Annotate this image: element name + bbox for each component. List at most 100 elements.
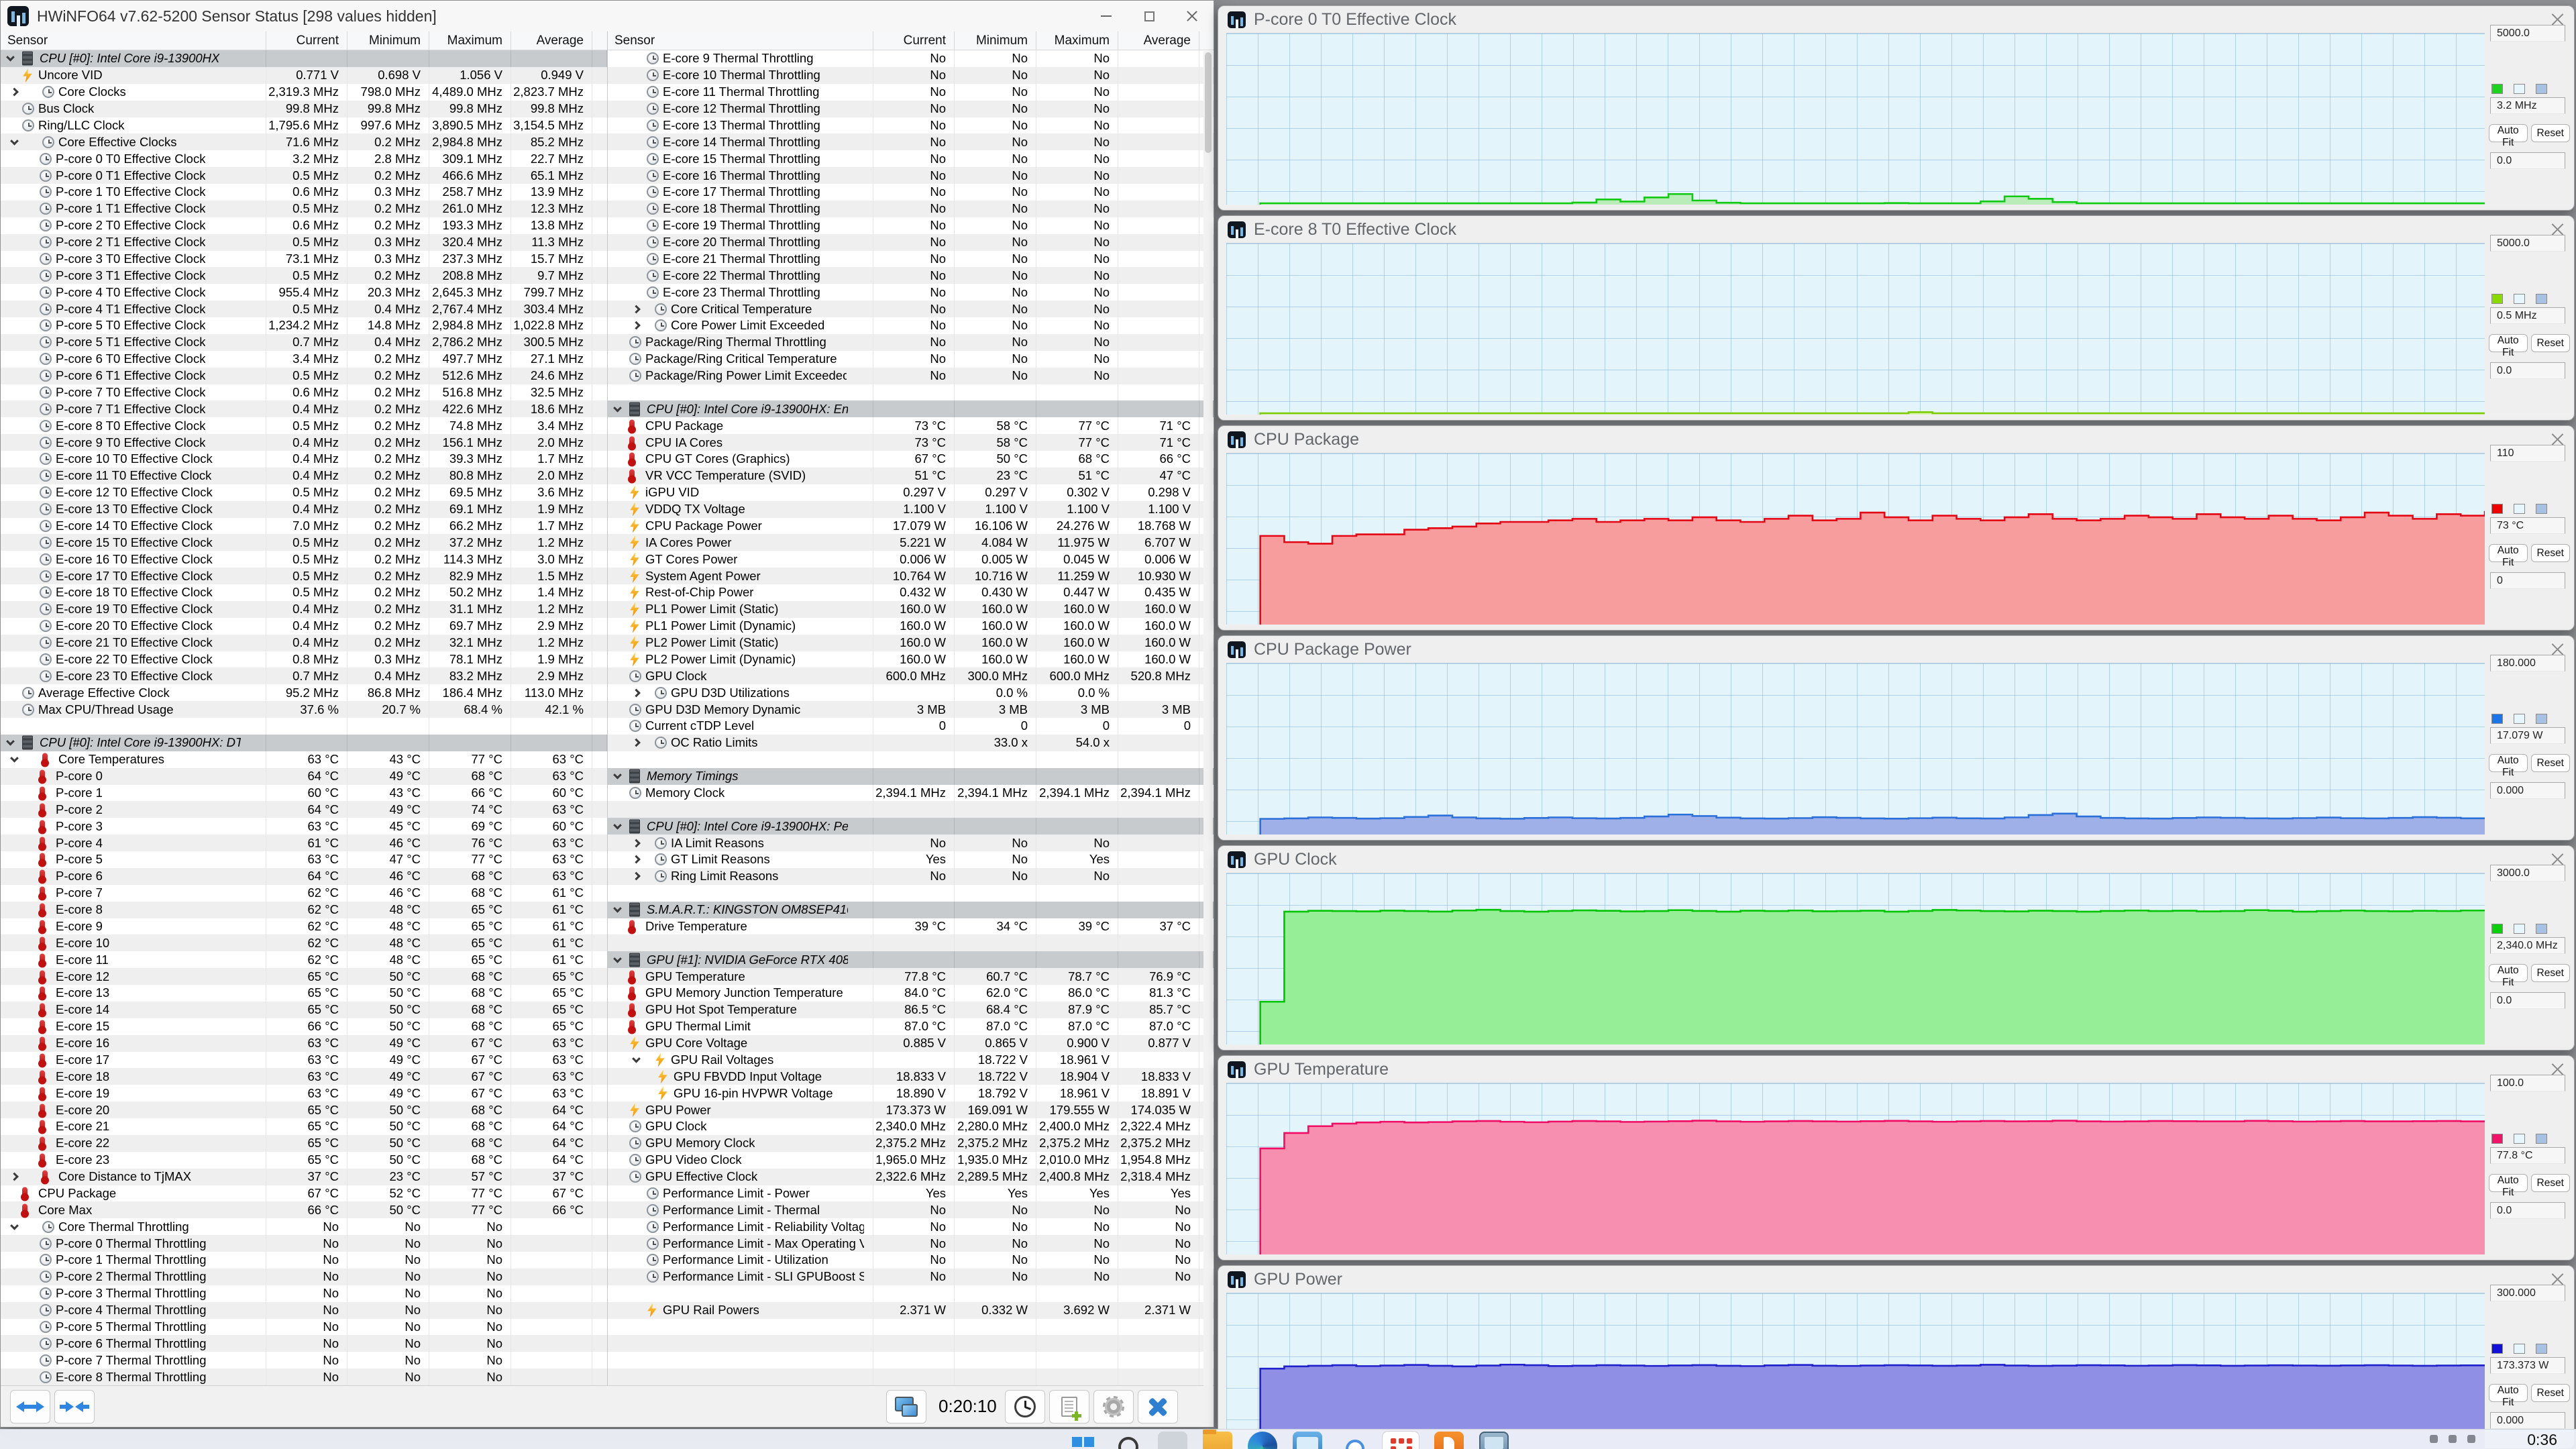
sensor-row[interactable]: P-core 5 Thermal Throttling No No No	[1, 1318, 607, 1336]
scale-max-input[interactable]: 100.0	[2490, 1075, 2565, 1091]
chevron-right-icon[interactable]	[632, 688, 641, 698]
background-color-swatch[interactable]	[2514, 924, 2525, 934]
sensor-row[interactable]: Bus Clock 99.8 MHz 99.8 MHz 99.8 MHz 99.8 MH…	[1, 100, 607, 117]
sensor-row[interactable]: E-core 12 T0 Effective Clock 0.5 MHz 0.2 M…	[1, 484, 607, 501]
system-tray[interactable]	[2430, 1435, 2475, 1443]
sensor-row[interactable]: Memory Clock 2,394.1 MHz 2,394.1 MHz 2,394.…	[608, 784, 1214, 802]
sensor-row[interactable]: E-core 22 T0 Effective Clock 0.8 MHz 0.3 M…	[1, 651, 607, 668]
taskbar-clock[interactable]: 0:36	[2527, 1431, 2557, 1449]
group-row[interactable]: CPU [#0]: Intel Core i9-13900HX: Perform…	[608, 818, 1214, 835]
column-header-current[interactable]: Current	[873, 32, 955, 50]
sensor-row[interactable]: P-core 3 T0 Effective Clock 73.1 MHz 0.3 M…	[1, 250, 607, 268]
sensor-row[interactable]: E-core 12 65 °C 50 °C 68 °C 65 °C	[1, 968, 607, 985]
group-row[interactable]: CPU [#0]: Intel Core i9-13900HX: Enhance…	[608, 400, 1214, 418]
sensor-row[interactable]: GPU Video Clock 1,965.0 MHz 1,935.0 MHz 2,0…	[608, 1151, 1214, 1169]
group-row[interactable]: CPU [#0]: Intel Core i9-13900HX: DTS	[1, 734, 607, 751]
sensor-row[interactable]: Ring Limit Reasons No No No	[608, 867, 1214, 885]
sensor-row[interactable]: E-core 8 T0 Effective Clock 0.5 MHz 0.2 MH…	[1, 417, 607, 435]
series-color-swatch[interactable]	[2491, 1134, 2503, 1144]
sensor-row[interactable]: Performance Limit - SLI GPUBoost Sync No N…	[608, 1268, 1214, 1285]
sensor-row[interactable]: IA Cores Power 5.221 W 4.084 W 11.975 W 6.70…	[608, 534, 1214, 551]
sensor-row[interactable]: E-core 11 Thermal Throttling No No No	[608, 83, 1214, 101]
sensor-row[interactable]: E-core 23 Thermal Throttling No No No	[608, 284, 1214, 301]
background-color-swatch[interactable]	[2514, 714, 2525, 724]
sensor-row[interactable]: E-core 15 Thermal Throttling No No No	[608, 150, 1214, 168]
sensor-row[interactable]: P-core 0 Thermal Throttling No No No	[1, 1235, 607, 1252]
sensor-row[interactable]: Core Distance to TjMAX 37 °C 23 °C 57 °C 37 …	[1, 1168, 607, 1185]
taskbar-icon-monitor[interactable]	[1479, 1432, 1509, 1449]
reset-button[interactable]: Reset	[2530, 544, 2570, 562]
taskbar-icon-folder[interactable]	[1203, 1430, 1232, 1449]
group-row[interactable]: S.M.A.R.T.: KINGSTON OM8SEP41024Q-A0 (50…	[608, 901, 1214, 918]
sensor-row[interactable]: Average Effective Clock 95.2 MHz 86.8 MHz 1…	[1, 684, 607, 702]
expand-columns-button[interactable]	[10, 1389, 50, 1424]
sensor-row[interactable]: VDDQ TX Voltage 1.100 V 1.100 V 1.100 V 1.10…	[608, 500, 1214, 518]
grid-color-swatch[interactable]	[2536, 504, 2547, 514]
sensor-row[interactable]: E-core 23 65 °C 50 °C 68 °C 64 °C	[1, 1151, 607, 1169]
chevron-down-icon[interactable]	[613, 954, 622, 963]
sensor-row[interactable]: GPU Memory Junction Temperature 84.0 °C 62…	[608, 985, 1214, 1002]
sensor-row[interactable]: Package/Ring Critical Temperature No No No	[608, 350, 1214, 368]
sensor-row[interactable]: E-core 22 Thermal Throttling No No No	[608, 267, 1214, 284]
sensor-row[interactable]: OC Ratio Limits 33.0 x 54.0 x	[608, 734, 1214, 751]
scale-min-input[interactable]: 0.0	[2490, 992, 2565, 1009]
column-header-maximum[interactable]: Maximum	[429, 32, 511, 50]
sensor-row[interactable]: iGPU VID 0.297 V 0.297 V 0.302 V 0.298 V	[608, 484, 1214, 501]
background-color-swatch[interactable]	[2514, 504, 2525, 514]
chevron-right-icon[interactable]	[632, 839, 641, 847]
sensor-row[interactable]: Max CPU/Thread Usage 37.6 % 20.7 % 68.4 % 42…	[1, 701, 607, 718]
scale-max-input[interactable]: 110	[2490, 445, 2565, 462]
sensor-row[interactable]: P-core 3 Thermal Throttling No No No	[1, 1285, 607, 1302]
sensor-row[interactable]: GPU Temperature 77.8 °C 60.7 °C 78.7 °C 76.9…	[608, 968, 1214, 985]
scale-min-input[interactable]: 0.000	[2490, 782, 2565, 799]
sensor-row[interactable]: Core Critical Temperature No No No	[608, 301, 1214, 317]
grid-color-swatch[interactable]	[2536, 1344, 2547, 1354]
sensor-row[interactable]: P-core 0 T0 Effective Clock 3.2 MHz 2.8 MH…	[1, 150, 607, 168]
sensor-row[interactable]: E-core 11 T0 Effective Clock 0.4 MHz 0.2 M…	[1, 467, 607, 484]
series-color-swatch[interactable]	[2491, 294, 2503, 304]
chevron-right-icon[interactable]	[632, 871, 641, 881]
sensor-row[interactable]: E-core 8 Thermal Throttling No No No	[1, 1368, 607, 1385]
sensor-row[interactable]: Rest-of-Chip Power 0.432 W 0.430 W 0.447 W 0…	[608, 584, 1214, 601]
sensor-row[interactable]: Ring/LLC Clock 1,795.6 MHz 997.6 MHz 3,890.…	[1, 117, 607, 134]
chevron-right-icon[interactable]	[10, 87, 19, 97]
chevron-down-icon[interactable]	[613, 904, 622, 913]
sensor-row[interactable]: P-core 6 Thermal Throttling No No No	[1, 1335, 607, 1352]
sensor-row[interactable]: Core Temperatures 63 °C 43 °C 77 °C 63 °C	[1, 751, 607, 768]
sensor-row[interactable]: CPU Package 67 °C 52 °C 77 °C 67 °C	[1, 1185, 607, 1202]
sensor-row[interactable]: E-core 21 65 °C 50 °C 68 °C 64 °C	[1, 1118, 607, 1135]
sensor-row[interactable]: GPU 16-pin HVPWR Voltage 18.890 V 18.792 V…	[608, 1085, 1214, 1102]
sensor-row[interactable]: E-core 10 T0 Effective Clock 0.4 MHz 0.2 M…	[1, 451, 607, 468]
column-header-sensor[interactable]: Sensor	[1, 32, 266, 50]
graph-titlebar[interactable]: P-core 0 T0 Effective Clock	[1218, 6, 2574, 33]
sensor-row[interactable]: GPU Effective Clock 2,322.6 MHz 2,289.5 MH…	[608, 1168, 1214, 1185]
scale-min-input[interactable]: 0	[2490, 572, 2565, 589]
sensor-row[interactable]: E-core 9 Thermal Throttling No No No	[608, 50, 1214, 67]
sensor-row[interactable]: P-core 5 63 °C 47 °C 77 °C 63 °C	[1, 851, 607, 868]
collapse-columns-button[interactable]	[54, 1389, 95, 1424]
scale-min-input[interactable]: 0.000	[2490, 1412, 2565, 1429]
chevron-down-icon[interactable]	[632, 1054, 641, 1063]
remote-sensors-button[interactable]	[886, 1389, 926, 1424]
sensor-row[interactable]: E-core 17 Thermal Throttling No No No	[608, 184, 1214, 201]
auto-fit-button[interactable]: Auto Fit	[2489, 964, 2528, 988]
reset-button[interactable]: Reset	[2530, 1384, 2570, 1402]
sensor-row[interactable]: GT Limit Reasons Yes No Yes	[608, 851, 1214, 868]
scale-min-input[interactable]: 0.0	[2490, 1202, 2565, 1219]
sensor-row[interactable]: GPU Rail Voltages 18.722 V 18.961 V	[608, 1051, 1214, 1069]
sensor-row[interactable]: E-core 16 Thermal Throttling No No No	[608, 167, 1214, 184]
sensor-row[interactable]: Performance Limit - Max Operating Voltag…	[608, 1235, 1214, 1252]
reset-button[interactable]: Reset	[2530, 334, 2570, 352]
column-header-average[interactable]: Average	[511, 32, 592, 50]
sensor-row[interactable]: E-core 11 62 °C 48 °C 65 °C 61 °C	[1, 951, 607, 969]
vertical-scrollbar[interactable]	[1203, 51, 1213, 1386]
sensor-row[interactable]: Performance Limit - Power Yes Yes Yes Yes	[608, 1185, 1214, 1202]
column-header-minimum[interactable]: Minimum	[347, 32, 429, 50]
sensor-row[interactable]: CPU Package Power 17.079 W 16.106 W 24.276 …	[608, 517, 1214, 535]
sensor-row[interactable]: GPU Power 173.373 W 169.091 W 179.555 W 174.…	[608, 1102, 1214, 1118]
sensor-row[interactable]: PL2 Power Limit (Static) 160.0 W 160.0 W 16…	[608, 634, 1214, 651]
sensor-row[interactable]: E-core 15 T0 Effective Clock 0.5 MHz 0.2 M…	[1, 534, 607, 551]
scale-max-input[interactable]: 180.000	[2490, 655, 2565, 672]
sensor-row[interactable]: E-core 20 T0 Effective Clock 0.4 MHz 0.2 M…	[1, 617, 607, 635]
sensor-row[interactable]: GPU Hot Spot Temperature 86.5 °C 68.4 °C 87…	[608, 1001, 1214, 1018]
